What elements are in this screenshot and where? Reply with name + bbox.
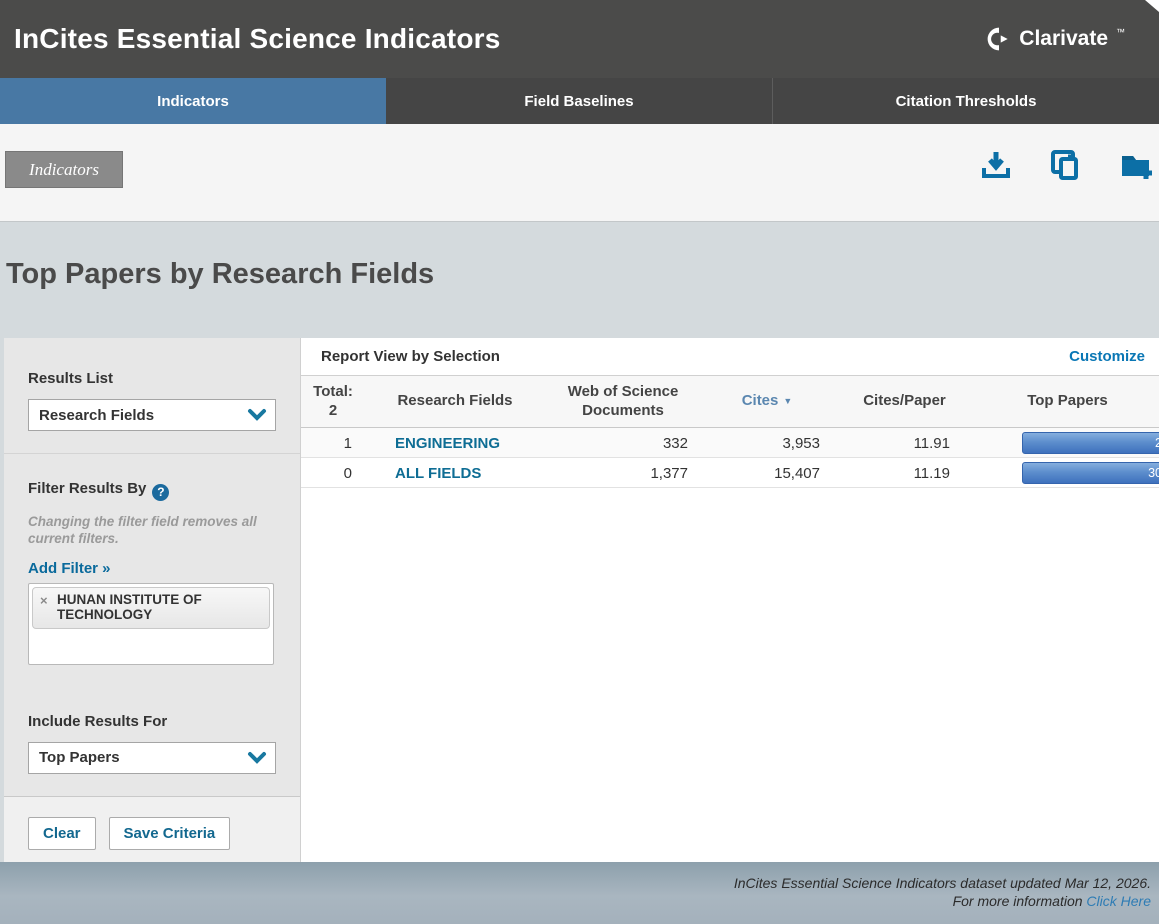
filter-label: Filter Results By? — [28, 480, 276, 501]
brand-name: Clarivate — [1019, 27, 1108, 51]
breadcrumb-indicators-button[interactable]: Indicators — [5, 151, 123, 188]
include-results-section: Include Results For Top Papers — [4, 687, 300, 796]
table-header-row: Total: 2 Research Fields Web of Science … — [301, 376, 1159, 428]
top-papers-bar[interactable]: 2 — [1022, 432, 1159, 454]
total-label: Total: — [313, 383, 353, 402]
footer-line1: InCites Essential Science Indicators dat… — [0, 875, 1151, 893]
top-papers-bar[interactable]: 30 — [1022, 462, 1159, 484]
customize-link[interactable]: Customize — [1069, 348, 1145, 365]
column-total: Total: 2 — [301, 376, 365, 427]
column-research-fields[interactable]: Research Fields — [365, 376, 545, 427]
table-row: 0 ALL FIELDS 1,377 15,407 11.19 30 — [301, 458, 1159, 488]
content-area: Results List Research Fields Filter Resu… — [0, 338, 1159, 862]
tab-citation-thresholds[interactable]: Citation Thresholds — [772, 78, 1159, 124]
remove-filter-icon[interactable]: × — [40, 593, 48, 608]
research-field-link[interactable]: ALL FIELDS — [365, 465, 481, 482]
filter-label-text: Filter Results By — [28, 480, 146, 497]
results-list-value: Research Fields — [39, 407, 154, 424]
cites-per-paper-value: 11.91 — [833, 428, 976, 458]
click-here-link[interactable]: Click Here — [1086, 893, 1151, 909]
filter-note: Changing the filter field removes all cu… — [28, 513, 276, 548]
clarivate-logo: Clarivate ™ — [986, 26, 1125, 52]
row-number: 1 — [301, 428, 365, 458]
column-cites-sorted[interactable]: Cites ▼ — [701, 376, 833, 427]
download-icon[interactable] — [979, 148, 1013, 182]
corner-notch — [1145, 0, 1159, 12]
cites-value: 15,407 — [701, 458, 833, 488]
app-header: InCites Essential Science Indicators Cla… — [0, 0, 1159, 78]
tab-field-baselines[interactable]: Field Baselines — [386, 78, 772, 124]
include-results-label: Include Results For — [28, 713, 276, 730]
top-papers-bar-cell: 30 — [976, 458, 1159, 488]
row-number: 0 — [301, 458, 365, 488]
chevron-down-icon — [247, 751, 267, 765]
cites-label: Cites — [742, 392, 779, 411]
footer-line2-text: For more information — [953, 893, 1087, 909]
tab-indicators[interactable]: Indicators — [0, 78, 386, 124]
top-papers-bar-cell: 2 — [976, 428, 1159, 458]
report-titlebar: Report View by Selection Customize — [301, 338, 1159, 376]
wos-docs-value: 1,377 — [545, 458, 701, 488]
sort-desc-icon: ▼ — [783, 396, 792, 407]
app-title: InCites Essential Science Indicators — [14, 23, 501, 55]
help-icon[interactable]: ? — [152, 484, 169, 501]
cites-value: 3,953 — [701, 428, 833, 458]
filter-tag-list: × HUNAN INSTITUTE OF TECHNOLOGY — [28, 583, 274, 665]
sidebar-buttons: Clear Save Criteria — [4, 797, 300, 870]
include-results-value: Top Papers — [39, 749, 120, 766]
toolbar: Indicators — [0, 124, 1159, 222]
sidebar: Results List Research Fields Filter Resu… — [4, 338, 300, 862]
add-filter-link[interactable]: Add Filter » — [28, 560, 111, 577]
save-criteria-button[interactable]: Save Criteria — [109, 817, 231, 850]
page-title: Top Papers by Research Fields — [0, 222, 1159, 291]
total-value: 2 — [329, 402, 337, 421]
column-wos-documents[interactable]: Web of Science Documents — [545, 376, 701, 427]
brand-trademark: ™ — [1116, 27, 1125, 37]
research-field-link[interactable]: ENGINEERING — [365, 435, 500, 452]
chevron-down-icon — [247, 408, 267, 422]
main-tabbar: Indicators Field Baselines Citation Thre… — [0, 78, 1159, 124]
report-panel: Report View by Selection Customize Total… — [300, 338, 1159, 862]
wos-docs-value: 332 — [545, 428, 701, 458]
results-list-select[interactable]: Research Fields — [28, 399, 276, 431]
clarivate-logo-icon — [986, 26, 1012, 52]
sidebar-filter-panel: Results List Research Fields Filter Resu… — [4, 338, 300, 797]
folder-add-icon[interactable] — [1119, 148, 1153, 182]
report-title: Report View by Selection — [321, 348, 500, 365]
results-list-label: Results List — [28, 370, 276, 387]
column-cites-per-paper[interactable]: Cites/Paper — [833, 376, 976, 427]
column-top-papers[interactable]: Top Papers — [976, 376, 1159, 427]
filter-tag-label: HUNAN INSTITUTE OF TECHNOLOGY — [57, 592, 263, 623]
print-icon[interactable] — [1049, 148, 1083, 182]
table-row: 1 ENGINEERING 332 3,953 11.91 2 — [301, 428, 1159, 458]
filter-section: Filter Results By? Changing the filter f… — [4, 454, 300, 687]
filter-tag[interactable]: × HUNAN INSTITUTE OF TECHNOLOGY — [32, 587, 270, 629]
footer-line2: For more information Click Here — [0, 893, 1151, 911]
bar-value-label: 2 — [1155, 436, 1159, 450]
clear-button[interactable]: Clear — [28, 817, 96, 850]
results-list-section: Results List Research Fields — [4, 338, 300, 454]
cites-per-paper-value: 11.19 — [833, 458, 976, 488]
include-results-select[interactable]: Top Papers — [28, 742, 276, 774]
bar-value-label: 30 — [1148, 466, 1159, 480]
page-band: Top Papers by Research Fields — [0, 222, 1159, 291]
footer: InCites Essential Science Indicators dat… — [0, 862, 1159, 924]
